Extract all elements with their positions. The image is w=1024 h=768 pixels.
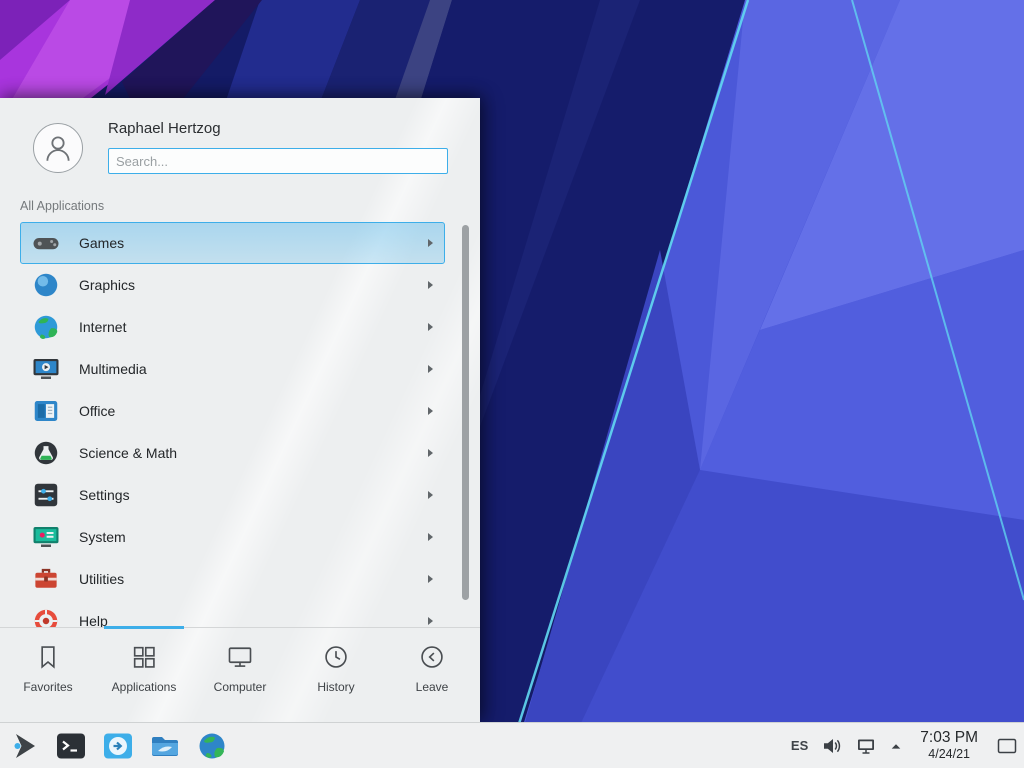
menu-item-office[interactable]: Office	[20, 390, 445, 432]
system-icon	[31, 522, 61, 552]
digital-clock[interactable]: 7:03 PM 4/24/21	[916, 729, 982, 761]
submenu-arrow-icon	[428, 533, 433, 541]
utilities-icon	[31, 564, 61, 594]
tab-leave[interactable]: Leave	[384, 628, 480, 722]
tab-computer[interactable]: Computer	[192, 628, 288, 722]
scrollbar[interactable]	[462, 225, 469, 600]
submenu-arrow-icon	[428, 491, 433, 499]
internet-icon	[31, 312, 61, 342]
submenu-arrow-icon	[428, 239, 433, 247]
show-desktop-icon	[997, 738, 1017, 754]
submenu-arrow-icon	[428, 449, 433, 457]
menu-item-label: Science & Math	[79, 445, 177, 461]
tab-applications[interactable]: Applications	[96, 628, 192, 722]
history-clock-icon	[322, 643, 350, 671]
tab-label: History	[317, 680, 354, 694]
multimedia-icon	[31, 354, 61, 384]
submenu-arrow-icon	[428, 575, 433, 583]
menu-item-science-math[interactable]: Science & Math	[20, 432, 445, 474]
discover-software-center-button[interactable]	[102, 730, 134, 762]
favorites-bookmark-icon	[34, 643, 62, 671]
tab-label: Computer	[214, 680, 267, 694]
clock-time: 7:03 PM	[920, 729, 978, 747]
menu-item-label: Help	[79, 613, 108, 627]
user-icon	[41, 131, 75, 165]
menu-item-system[interactable]: System	[20, 516, 445, 558]
show-desktop-button[interactable]	[996, 730, 1018, 762]
submenu-arrow-icon	[428, 281, 433, 289]
menu-item-label: System	[79, 529, 126, 545]
menu-item-label: Multimedia	[79, 361, 147, 377]
tab-label: Leave	[416, 680, 449, 694]
clock-date: 4/24/21	[920, 747, 978, 761]
dolphin-file-manager-icon	[149, 730, 181, 762]
launcher-tab-bar: Favorites Applications Computer History	[0, 627, 480, 722]
menu-item-label: Internet	[79, 319, 126, 335]
menu-item-label: Graphics	[79, 277, 135, 293]
submenu-arrow-icon	[428, 365, 433, 373]
volume-icon[interactable]	[822, 736, 842, 756]
menu-item-settings[interactable]: Settings	[20, 474, 445, 516]
menu-item-label: Office	[79, 403, 115, 419]
menu-item-label: Games	[79, 235, 124, 251]
menu-item-help[interactable]: Help	[20, 600, 445, 627]
kickoff-launcher-button[interactable]	[8, 730, 40, 762]
web-browser-globe-icon	[196, 730, 228, 762]
taskbar-panel: ES 7:03 PM 4/24/21	[0, 722, 1024, 768]
menu-item-label: Utilities	[79, 571, 124, 587]
menu-item-games[interactable]: Games	[20, 222, 445, 264]
tab-favorites[interactable]: Favorites	[0, 628, 96, 722]
menu-item-utilities[interactable]: Utilities	[20, 558, 445, 600]
submenu-arrow-icon	[428, 407, 433, 415]
graphics-icon	[31, 270, 61, 300]
leave-icon	[418, 643, 446, 671]
menu-item-internet[interactable]: Internet	[20, 306, 445, 348]
category-list: Games Graphics Internet Multimedia	[20, 222, 446, 627]
discover-software-center-icon	[102, 730, 134, 762]
expand-tray-caret-icon[interactable]	[890, 741, 902, 751]
science-math-icon	[31, 438, 61, 468]
computer-monitor-icon	[226, 643, 254, 671]
kickoff-launcher-icon	[8, 730, 40, 762]
web-browser-button[interactable]	[196, 730, 228, 762]
menu-item-multimedia[interactable]: Multimedia	[20, 348, 445, 390]
office-icon	[31, 396, 61, 426]
tab-history[interactable]: History	[288, 628, 384, 722]
konsole-terminal-button[interactable]	[55, 730, 87, 762]
games-icon	[31, 228, 61, 258]
user-name: Raphael Hertzog	[108, 120, 221, 137]
tab-label: Favorites	[23, 680, 72, 694]
submenu-arrow-icon	[428, 617, 433, 625]
menu-item-label: Settings	[79, 487, 130, 503]
menu-item-graphics[interactable]: Graphics	[20, 264, 445, 306]
network-icon[interactable]	[856, 736, 876, 756]
submenu-arrow-icon	[428, 323, 433, 331]
application-launcher-menu: Raphael Hertzog All Applications Games G…	[0, 98, 480, 722]
dolphin-file-manager-button[interactable]	[149, 730, 181, 762]
settings-icon	[31, 480, 61, 510]
keyboard-layout-indicator[interactable]: ES	[791, 738, 808, 753]
tab-label: Applications	[112, 680, 177, 694]
search-input[interactable]	[108, 148, 448, 174]
user-avatar[interactable]	[33, 123, 83, 173]
konsole-terminal-icon	[55, 730, 87, 762]
help-icon	[31, 606, 61, 627]
applications-grid-icon	[130, 643, 158, 671]
section-label: All Applications	[20, 199, 104, 213]
